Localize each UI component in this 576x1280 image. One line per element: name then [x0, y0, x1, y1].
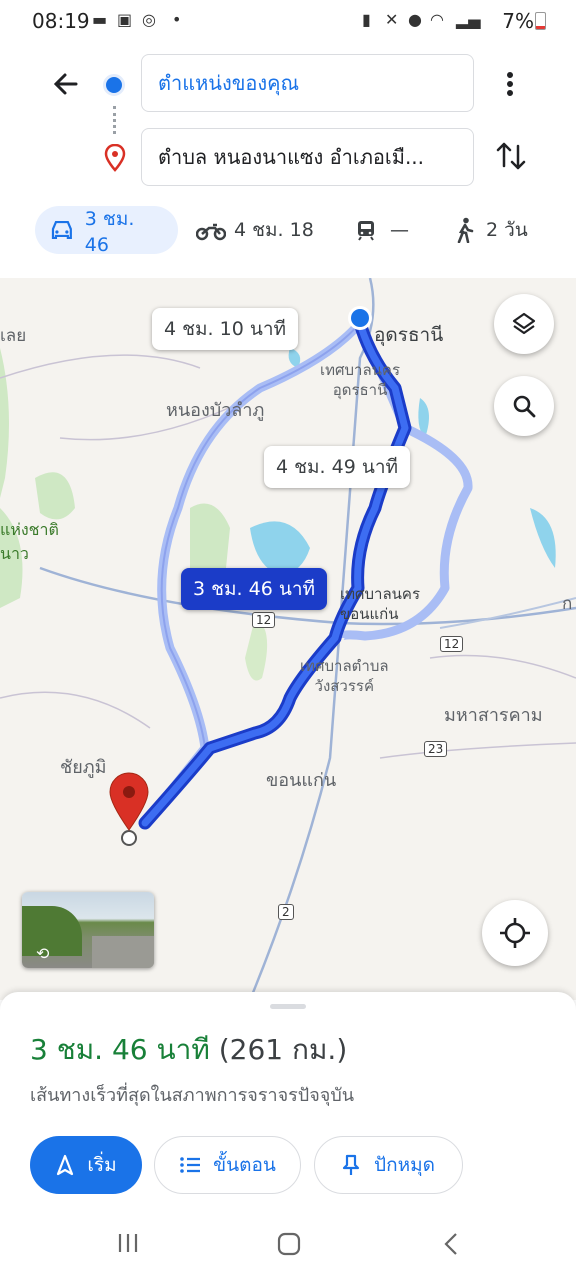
home-icon [277, 1232, 301, 1256]
my-location-button[interactable] [482, 900, 548, 966]
place-label: เลย [0, 326, 27, 346]
place-label: ก [562, 594, 573, 614]
road-shape [92, 936, 154, 968]
steps-label: ขั้นตอน [213, 1154, 276, 1176]
route-connector [113, 106, 116, 134]
mode-driving[interactable]: 3 ชม. 46 [35, 206, 178, 256]
transit-icon [358, 221, 374, 241]
swap-vert-icon [496, 142, 526, 170]
route-subtitle: เส้นทางเร็วที่สุดในสภาพการจราจรปัจจุบัน [30, 1085, 355, 1106]
origin-dot-icon [103, 74, 125, 96]
recent-apps-button[interactable] [116, 1232, 140, 1254]
travel-modes: 3 ชม. 46 4 ชม. 18 — 2 วัน [0, 200, 576, 260]
route-duration: 3 ชม. 46 นาที [30, 1033, 210, 1066]
place-label: อุดรธานี [374, 324, 444, 346]
pin-button[interactable]: ปักหมุด [314, 1136, 463, 1194]
mode-transit[interactable]: — [354, 206, 409, 254]
steps-button[interactable]: ขั้นตอน [154, 1136, 301, 1194]
place-label: ชัยภูมิ [60, 757, 107, 778]
mode-motorcycle-label: 4 ชม. 18 [234, 219, 314, 241]
mode-transit-label: — [390, 219, 409, 241]
highway-shield: 12 [440, 636, 464, 652]
more-vert-icon [507, 72, 513, 96]
place-label: ขอนแก่น [266, 770, 337, 791]
pin-label: ปักหมุด [374, 1154, 435, 1176]
back-nav-button[interactable] [442, 1232, 460, 1256]
alt-route-label[interactable]: 4 ชม. 49 นาที [264, 446, 411, 488]
dot-icon: • [172, 10, 182, 29]
map-view[interactable]: เลย อุดรธานี เทศบาลนคร อุดรธานี หนองบัวล… [0, 278, 576, 1000]
back-button[interactable] [48, 66, 84, 102]
back-chevron-icon [444, 1233, 457, 1255]
mute-icon: ✕ [385, 10, 399, 29]
place-label: แห่งชาติ นาว [0, 520, 59, 563]
navigation-arrow-icon [57, 1154, 74, 1176]
battery-icon [535, 12, 546, 30]
chrome-icon: ◎ [142, 10, 156, 29]
swap-button[interactable] [494, 138, 528, 174]
place-label: มหาสารคาม [444, 705, 543, 726]
route-distance: (261 กม.) [218, 1033, 348, 1066]
destination-pin-icon [104, 143, 126, 176]
search-button[interactable] [494, 376, 554, 436]
clock: 08:19 [32, 9, 90, 33]
wifi-icon: ◠ [430, 10, 444, 29]
origin-field[interactable]: ตำแหน่งของคุณ [141, 54, 474, 112]
highway-shield: 12 [252, 612, 276, 628]
mode-walking-label: 2 วัน [486, 219, 528, 241]
layers-button[interactable] [494, 294, 554, 354]
place-label: เทศบาลนคร อุดรธานี [320, 361, 401, 399]
place-label: หนองบัวลำภู [166, 400, 265, 421]
signal-icon: ▂▄ [456, 10, 481, 29]
list-icon [180, 1157, 201, 1173]
status-bar: 08:19 ▬ ▣ ◎ • ▮ ✕ ● ◠ ▂▄ 7% [0, 0, 576, 42]
selected-route-label[interactable]: 3 ชม. 46 นาที [181, 568, 328, 610]
start-label: เริ่ม [87, 1154, 117, 1176]
layers-icon [512, 312, 536, 335]
motorcycle-icon [196, 223, 226, 241]
back-arrow-icon [53, 73, 78, 95]
crosshair-icon [500, 918, 530, 948]
voicemail-icon: ▣ [117, 10, 133, 29]
more-options-button[interactable] [498, 66, 522, 102]
alt-route-label[interactable]: 4 ชม. 10 นาที [152, 308, 299, 350]
highway-shield: 2 [278, 904, 294, 920]
home-button[interactable] [277, 1232, 301, 1256]
location-icon: ● [408, 10, 422, 29]
tree-shape [22, 906, 82, 956]
mode-walking[interactable]: 2 วัน [454, 206, 528, 254]
highway-shield: 23 [424, 741, 448, 757]
battery-level: 7% [502, 9, 534, 33]
place-label: เทศบาลนคร ขอนแก่น [340, 585, 421, 623]
drag-handle[interactable] [270, 1004, 306, 1009]
place-label: เทศบาลตำบล วังสวรรค์ [300, 657, 389, 695]
mode-motorcycle[interactable]: 4 ชม. 18 [196, 206, 314, 254]
start-button[interactable]: เริ่ม [30, 1136, 142, 1194]
walk-icon [457, 217, 474, 243]
pushpin-icon [342, 1154, 360, 1175]
route-summary: 3 ชม. 46 นาที (261 กม.) [30, 1028, 347, 1072]
car-icon [51, 220, 72, 240]
line-icon: ▬ [92, 10, 108, 29]
street-view-rotate-icon: ⟲ [36, 944, 50, 963]
mode-driving-label: 3 ชม. 46 [84, 208, 135, 256]
street-view-thumbnail[interactable]: ⟲ [22, 892, 154, 968]
destination-field[interactable]: ตำบล หนองนาแซง อำเภอเมื... [141, 128, 474, 186]
recent-apps-icon [118, 1234, 138, 1252]
battery-saver-icon: ▮ [362, 10, 371, 29]
search-icon [513, 395, 536, 418]
